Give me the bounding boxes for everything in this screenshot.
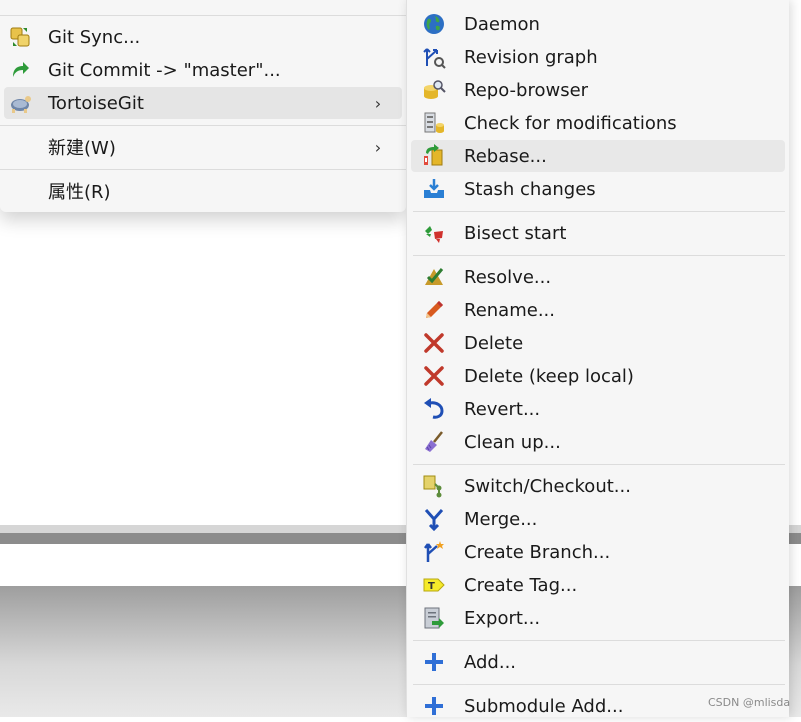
menu-item-create-branch[interactable]: Create Branch...	[411, 536, 785, 568]
menu-item-check-modifications[interactable]: Check for modifications	[411, 107, 785, 139]
menu-item-label: Check for modifications	[464, 112, 677, 134]
repo-browser-icon	[421, 77, 447, 103]
menu-item-label: Create Tag...	[464, 574, 578, 596]
menu-item-label: Stash changes	[464, 178, 596, 200]
menu-item-label: Git Sync...	[48, 26, 141, 48]
menu-item-label: Rename...	[464, 299, 555, 321]
tortoisegit-icon	[8, 91, 32, 115]
menu-item-new[interactable]: 新建(W) ›	[4, 131, 402, 163]
revision-graph-icon	[421, 44, 447, 70]
merge-icon	[421, 506, 447, 532]
switch-checkout-icon	[421, 473, 447, 499]
menu-item-label: Clean up...	[464, 431, 561, 453]
menu-item-resolve[interactable]: Resolve...	[411, 261, 785, 293]
menu-item-label: TortoiseGit	[48, 92, 144, 114]
add-icon	[421, 649, 447, 675]
check-modifications-icon	[421, 110, 447, 136]
menu-item-label: Daemon	[464, 13, 540, 35]
menu-item-git-commit[interactable]: Git Commit -> "master"...	[4, 54, 402, 86]
menu-separator	[413, 211, 785, 212]
menu-item-label: Export...	[464, 607, 541, 629]
menu-item-tortoisegit[interactable]: TortoiseGit ›	[4, 87, 402, 119]
create-tag-icon: T	[421, 572, 447, 598]
stash-icon	[421, 176, 447, 202]
menu-separator	[0, 125, 406, 126]
menu-item-clean-up[interactable]: Clean up...	[411, 426, 785, 458]
menu-item-create-tag[interactable]: T Create Tag...	[411, 569, 785, 601]
export-icon	[421, 605, 447, 631]
git-commit-icon	[8, 58, 32, 82]
rename-icon	[421, 297, 447, 323]
menu-separator	[413, 255, 785, 256]
chevron-right-icon: ›	[374, 93, 382, 113]
menu-item-label: Merge...	[464, 508, 538, 530]
menu-item-label: Resolve...	[464, 266, 552, 288]
delete-keep-local-icon	[421, 363, 447, 389]
cleanup-icon	[421, 429, 447, 455]
menu-item-label: Revision graph	[464, 46, 598, 68]
menu-item-label: Delete	[464, 332, 524, 354]
menu-item-label: Add...	[464, 651, 517, 673]
submodule-add-icon	[421, 693, 447, 719]
chevron-right-icon: ›	[374, 137, 382, 157]
tortoisegit-submenu: Daemon Revision graph Repo-browser Check…	[406, 0, 789, 717]
menu-item-bisect-start[interactable]: Bisect start	[411, 217, 785, 249]
menu-item-label: Repo-browser	[464, 79, 589, 101]
create-branch-icon	[421, 539, 447, 565]
bisect-icon	[421, 220, 447, 246]
menu-separator	[0, 15, 406, 16]
menu-item-label: Switch/Checkout...	[464, 475, 631, 497]
menu-item-delete[interactable]: Delete	[411, 327, 785, 359]
resolve-icon	[421, 264, 447, 290]
menu-item-properties[interactable]: 属性(R)	[4, 175, 402, 207]
menu-item-export[interactable]: Export...	[411, 602, 785, 634]
menu-item-daemon[interactable]: Daemon	[411, 8, 785, 40]
menu-item-label: 属性(R)	[48, 182, 111, 203]
menu-item-merge[interactable]: Merge...	[411, 503, 785, 535]
menu-separator	[413, 464, 785, 465]
menu-item-revision-graph[interactable]: Revision graph	[411, 41, 785, 73]
menu-item-label: Rebase...	[464, 145, 547, 167]
menu-item-rebase[interactable]: Rebase...	[411, 140, 785, 172]
menu-separator	[413, 640, 785, 641]
menu-item-add[interactable]: Add...	[411, 646, 785, 678]
menu-item-rename[interactable]: Rename...	[411, 294, 785, 326]
menu-item-label: Delete (keep local)	[464, 365, 634, 387]
watermark-text: CSDN @mlisda	[708, 696, 791, 709]
menu-item-repo-browser[interactable]: Repo-browser	[411, 74, 785, 106]
menu-item-label: 新建(W)	[48, 138, 116, 159]
menu-item-label: Create Branch...	[464, 541, 611, 563]
menu-item-label: Revert...	[464, 398, 541, 420]
delete-icon	[421, 330, 447, 356]
revert-icon	[421, 396, 447, 422]
menu-item-label: Bisect start	[464, 222, 567, 244]
menu-item-revert[interactable]: Revert...	[411, 393, 785, 425]
menu-item-switch-checkout[interactable]: Switch/Checkout...	[411, 470, 785, 502]
globe-icon	[421, 11, 447, 37]
menu-item-delete-keep-local[interactable]: Delete (keep local)	[411, 360, 785, 392]
menu-separator	[413, 684, 785, 685]
svg-text:T: T	[428, 581, 435, 592]
menu-item-git-sync[interactable]: Git Sync...	[4, 21, 402, 53]
context-menu: Git Sync... Git Commit -> "master"... To…	[0, 0, 406, 212]
menu-item-stash-changes[interactable]: Stash changes	[411, 173, 785, 205]
git-sync-icon	[8, 25, 32, 49]
menu-item-label: Git Commit -> "master"...	[48, 59, 281, 81]
menu-separator	[0, 169, 406, 170]
rebase-icon	[421, 143, 447, 169]
